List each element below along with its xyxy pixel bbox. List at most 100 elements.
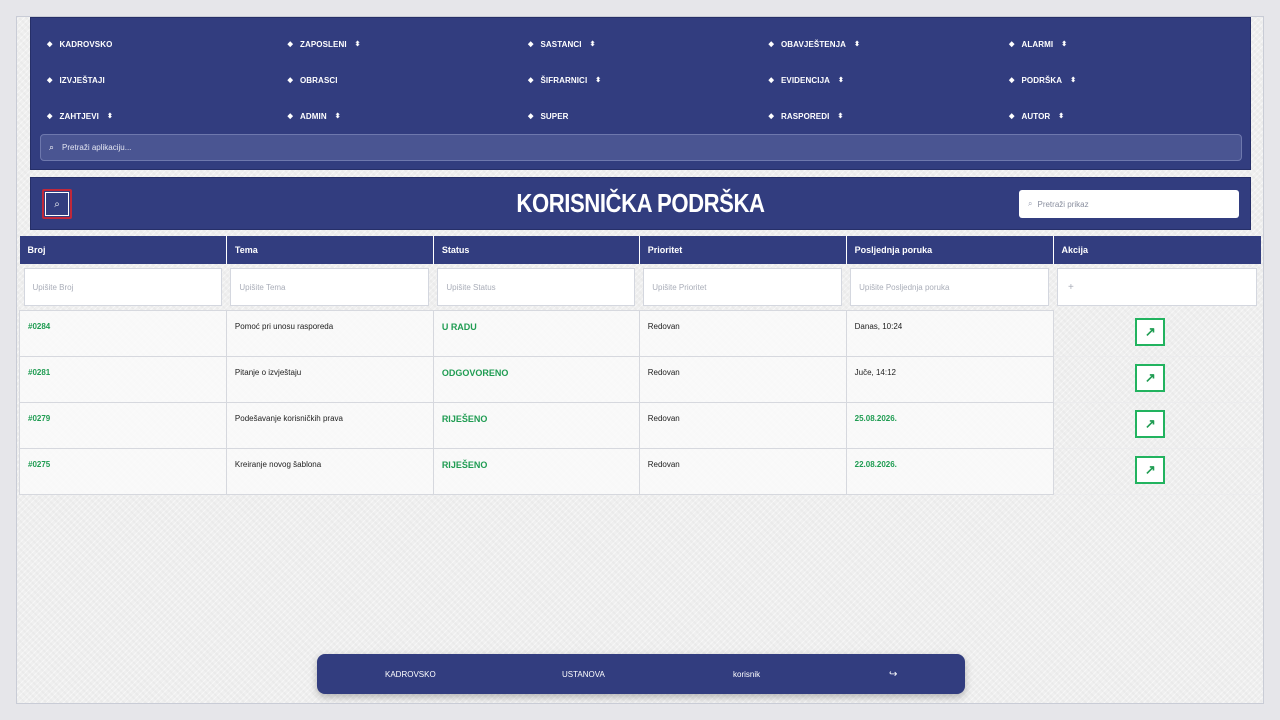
diamond-bullet-icon: ◆ xyxy=(528,77,534,84)
action-cell: ↗ xyxy=(1053,310,1261,357)
footer-user[interactable]: korisnik xyxy=(733,670,760,679)
nav-item-label: ADMIN xyxy=(299,111,327,121)
nav-item-kadrovsko[interactable]: ◆ KADROVSKO xyxy=(47,26,288,62)
diamond-bullet-icon: ◆ xyxy=(1009,41,1015,48)
ticket-topic: Kreiranje novog šablona xyxy=(225,448,434,495)
diamond-bullet-icon: ◆ xyxy=(528,41,534,48)
nav-item-label: OBRASCI xyxy=(299,75,338,85)
column-header-status[interactable]: Status xyxy=(433,236,640,264)
open-ticket-button[interactable]: ↗ xyxy=(1135,364,1166,392)
status-badge: U RADU xyxy=(432,310,640,357)
nav-item-label: EVIDENCIJA xyxy=(780,75,830,85)
filter-input-tema[interactable] xyxy=(230,268,430,306)
dropdown-arrows-icon: ⬍ xyxy=(354,41,361,48)
filter-input-prioritet[interactable] xyxy=(643,268,843,306)
app-search-input[interactable] xyxy=(62,143,1163,152)
search-toggle-button[interactable]: ⌕ xyxy=(42,189,72,219)
column-header-broj[interactable]: Broj xyxy=(19,236,227,264)
nav-item-label: ALARMI xyxy=(1021,39,1054,49)
search-icon: ⌕ xyxy=(1028,199,1033,208)
nav-item-izvještaji[interactable]: ◆ IZVJEŠTAJI xyxy=(47,62,288,98)
nav-item-šifrarnici[interactable]: ◆ ŠIFRARNICI ⬍ xyxy=(528,62,769,98)
open-ticket-button[interactable]: ↗ xyxy=(1135,317,1166,346)
ticket-number: #0281 xyxy=(19,356,227,403)
diamond-bullet-icon: ◆ xyxy=(768,41,774,48)
ticket-priority: Redovan xyxy=(638,402,847,449)
nav-item-label: ZAPOSLENI xyxy=(299,39,347,49)
dropdown-arrows-icon: ⬍ xyxy=(595,77,602,84)
app-frame: ◆ KADROVSKO ◆ ZAPOSLENI ⬍ ◆ SASTANCI ⬍ ◆ OBAVJEŠT… xyxy=(16,16,1264,704)
column-header-prioritet[interactable]: Prioritet xyxy=(639,236,847,264)
dropdown-arrows-icon: ⬍ xyxy=(589,41,596,48)
footer-institution[interactable]: USTANOVA xyxy=(562,670,605,679)
nav-item-zaposleni[interactable]: ◆ ZAPOSLENI ⬍ xyxy=(288,26,529,62)
nav-item-alarmi[interactable]: ◆ ALARMI ⬍ xyxy=(1009,26,1250,62)
search-icon: ⌕ xyxy=(45,192,69,216)
action-cell: ↗ xyxy=(1053,356,1261,403)
ticket-number: #0279 xyxy=(19,402,227,449)
nav-grid: ◆ KADROVSKO ◆ ZAPOSLENI ⬍ ◆ SASTANCI ⬍ ◆ OBAVJEŠT… xyxy=(47,26,1247,134)
dropdown-arrows-icon: ⬍ xyxy=(106,113,113,120)
nav-item-label: KADROVSKO xyxy=(59,39,113,49)
dropdown-arrows-icon: ⬍ xyxy=(838,77,844,84)
diamond-bullet-icon: ◆ xyxy=(1009,77,1015,84)
last-message: Juče, 14:12 xyxy=(845,356,1054,403)
app-search-bar[interactable]: ⌕ xyxy=(40,134,1242,161)
dropdown-arrows-icon: ⬍ xyxy=(1061,41,1068,48)
nav-item-label: SUPER xyxy=(540,111,569,121)
nav-item-obavještenja[interactable]: ◆ OBAVJEŠTENJA ⬍ xyxy=(769,26,1010,62)
view-search-box[interactable]: ⌕ xyxy=(1019,190,1239,218)
table-header-row: Broj Tema Status Prioritet Posljednja po… xyxy=(19,236,1261,264)
column-header-tema[interactable]: Tema xyxy=(226,236,434,264)
filter-input-posljednja-poruka[interactable] xyxy=(850,268,1050,306)
nav-item-evidencija[interactable]: ◆ EVIDENCIJA ⬍ xyxy=(769,62,1010,98)
diamond-bullet-icon: ◆ xyxy=(768,113,774,120)
logout-icon[interactable]: ↪ xyxy=(889,669,897,680)
table-row[interactable]: #0284 Pomoć pri unosu rasporeda U RADU Redo… xyxy=(19,310,1261,357)
nav-item-sastanci[interactable]: ◆ SASTANCI ⬍ xyxy=(528,26,769,62)
table-row[interactable]: #0275 Kreiranje novog šablona RIJEŠENO Redo… xyxy=(19,448,1261,495)
ticket-topic: Pomoć pri unosu rasporeda xyxy=(225,310,434,357)
nav-item-label: IZVJEŠTAJI xyxy=(59,75,105,85)
ticket-number: #0284 xyxy=(19,310,227,357)
column-header-posljednja-poruka[interactable]: Posljednja poruka xyxy=(846,236,1054,264)
tickets-table: Broj Tema Status Prioritet Posljednja po… xyxy=(19,236,1261,495)
nav-item-label: ZAHTJEVI xyxy=(59,111,99,121)
action-cell: ↗ xyxy=(1053,448,1261,495)
page-title: KORISNIČKA PODRŠKA xyxy=(516,188,765,218)
open-ticket-button[interactable]: ↗ xyxy=(1135,456,1166,484)
dropdown-arrows-icon: ⬍ xyxy=(854,41,861,48)
filter-input-broj[interactable] xyxy=(23,268,223,306)
nav-item-podrška[interactable]: ◆ PODRŠKA ⬍ xyxy=(1009,62,1250,98)
external-arrow-icon: ↗ xyxy=(1144,370,1156,385)
nav-item-obrasci[interactable]: ◆ OBRASCI xyxy=(288,62,529,98)
nav-item-label: PODRŠKA xyxy=(1021,75,1063,85)
diamond-bullet-icon: ◆ xyxy=(528,113,534,120)
nav-item-zahtjevi[interactable]: ◆ ZAHTJEVI ⬍ xyxy=(47,98,288,134)
diamond-bullet-icon: ◆ xyxy=(1009,113,1015,120)
status-badge: RIJEŠENO xyxy=(432,448,640,495)
diamond-bullet-icon: ◆ xyxy=(287,41,293,48)
diamond-bullet-icon: ◆ xyxy=(47,77,53,84)
add-filter-button[interactable]: + xyxy=(1057,268,1257,307)
last-message: 25.08.2026. xyxy=(845,402,1054,449)
nav-item-admin[interactable]: ◆ ADMIN ⬍ xyxy=(288,98,529,134)
dropdown-arrows-icon: ⬍ xyxy=(1058,113,1065,120)
status-badge: RIJEŠENO xyxy=(432,402,640,449)
ticket-priority: Redovan xyxy=(638,310,847,357)
status-badge: ODGOVORENO xyxy=(432,356,640,403)
external-arrow-icon: ↗ xyxy=(1144,462,1156,477)
footer-module[interactable]: KADROVSKO xyxy=(385,670,436,679)
table-row[interactable]: #0281 Pitanje o izvještaju ODGOVORENO Redov… xyxy=(19,356,1261,403)
ticket-priority: Redovan xyxy=(638,356,847,403)
open-ticket-button[interactable]: ↗ xyxy=(1135,410,1166,438)
filter-input-status[interactable] xyxy=(437,268,636,306)
dropdown-arrows-icon: ⬍ xyxy=(334,113,341,120)
table-row[interactable]: #0279 Podešavanje korisničkih prava RIJEŠE… xyxy=(19,402,1261,449)
nav-item-super[interactable]: ◆ SUPER xyxy=(528,98,769,134)
nav-item-rasporedi[interactable]: ◆ RASPOREDI ⬍ xyxy=(769,98,1010,134)
view-search-input[interactable] xyxy=(1037,199,1228,209)
nav-item-autor[interactable]: ◆ AUTOR ⬍ xyxy=(1009,98,1250,134)
page-header: ⌕ KORISNIČKA PODRŠKA ⌕ xyxy=(30,177,1251,230)
ticket-priority: Redovan xyxy=(638,448,847,495)
